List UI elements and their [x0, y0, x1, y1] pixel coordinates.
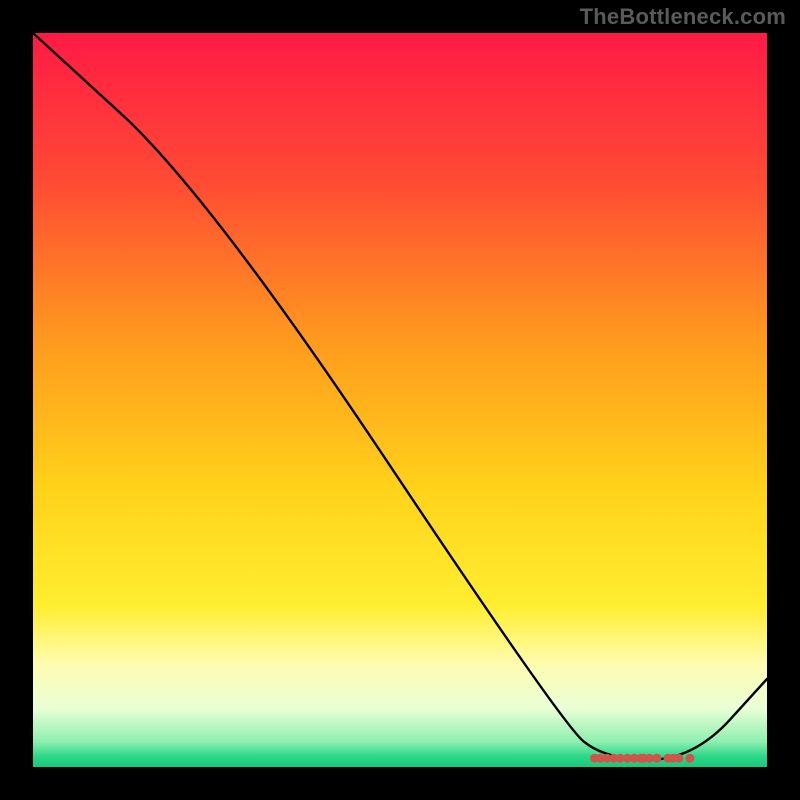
marker-dot	[652, 754, 661, 763]
plot-area	[33, 33, 767, 767]
watermark-label: TheBottleneck.com	[580, 4, 786, 30]
marker-group	[33, 33, 767, 767]
marker-dot	[674, 754, 683, 763]
chart-container: TheBottleneck.com	[0, 0, 800, 800]
marker-dot	[685, 754, 694, 763]
